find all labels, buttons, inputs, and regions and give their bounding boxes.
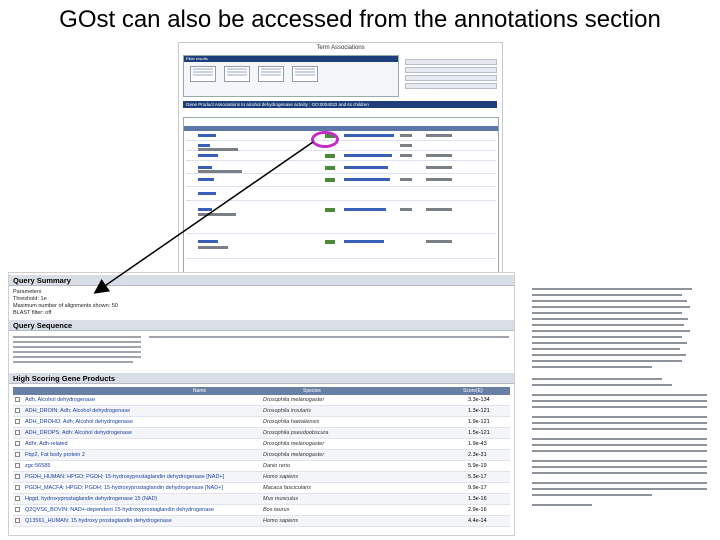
gost-results-screenshot: Query Summary Parameters Threshold: 1e M… [8,272,515,536]
table-header [184,126,498,131]
products-table-header: Name Species Score(E) [13,387,510,395]
row-checkbox[interactable] [15,474,20,479]
association-options[interactable] [405,57,497,93]
product-name-link[interactable]: Adh, Alcohol dehydrogenase [25,395,95,405]
row-checkbox[interactable] [15,408,20,413]
slide-title: GOst can also be accessed from the annot… [59,6,661,33]
table-row: PGDH_HUMAN: HPGD; PGDH; 15-hydroxyprosta… [13,472,510,483]
alignment-screenshot [530,286,718,518]
product-score: 2.9e-16 [468,507,487,513]
term-associations-title: Term Associations [316,45,365,51]
product-name-link[interactable]: Q13561_HUMAN: 15 hydroxy prostaglandin d… [25,516,172,526]
row-checkbox[interactable] [15,485,20,490]
product-species: Macaca fascicularis [263,485,311,491]
blast-highlight-circle [311,131,339,148]
query-sequence-heading: Query Sequence [9,320,514,331]
table-row: zgc:56585 Danio rerio 5.9e-19 [13,461,510,472]
product-species: Drosophila insularis [263,408,311,414]
row-checkbox[interactable] [15,518,20,523]
filter-list-datasource[interactable] [190,66,216,82]
row-checkbox[interactable] [15,397,20,402]
row-checkbox[interactable] [15,430,20,435]
table-row: Hpgd, hydroxyprostaglandin dehydrogenase… [13,494,510,505]
product-species: Drosophila melanogaster [263,452,325,458]
product-score: 3.3e-134 [468,397,490,403]
product-score: 4.4e-14 [468,518,487,524]
product-score: 9.9e-17 [468,485,487,491]
query-summary-heading: Query Summary [9,275,514,286]
filter-list-species[interactable] [224,66,250,82]
column-header-name: Name [193,388,207,394]
product-score: 2.3e-31 [468,452,487,458]
filter-results-panel: Filter results [183,55,399,97]
product-species: Drosophila melanogaster [263,397,325,403]
filter-list-evidence[interactable] [258,66,284,82]
blast-button[interactable] [325,154,335,158]
product-score: 1.3e-121 [468,408,490,414]
query-summary-line: BLAST filter: off [13,310,52,316]
product-name-link[interactable]: ADH_DROPS: Adh: Alcohol dehydrogenase [25,428,132,438]
blast-button[interactable] [325,166,335,170]
table-row: ADH_DROPS: Adh: Alcohol dehydrogenase Dro… [13,428,510,439]
term-associations-screenshot: Term Associations Filter results Gene Pr… [178,42,503,276]
table-row: ADH_DROHO: Adh; Alcohol dehydrogenase Dro… [13,417,510,428]
product-name-link[interactable]: ADH_DROIN: Adh; Alcohol dehydrogenase [25,406,130,416]
product-score: 1.9e-121 [468,419,490,425]
product-name-link[interactable]: PGDH_HUMAN: HPGD; PGDH; 15-hydroxyprosta… [25,472,224,482]
table-row: Q13561_HUMAN: 15 hydroxy prostaglandin d… [13,516,510,527]
gene-product-associations-header: Gene Product Associations to alcohol deh… [183,101,497,108]
row-checkbox[interactable] [15,452,20,457]
product-species: Drosophila pseudoobscura [263,430,329,436]
column-header-species: Species [303,388,321,394]
table-row: Adhr, Adh-related Drosophila melanogaster… [13,439,510,450]
filter-results-header: Filter results [184,56,398,62]
product-name-link[interactable]: zgc:56585 [25,461,50,471]
query-summary-line: Maximum number of alignments shown: 50 [13,303,118,309]
product-species: Mus musculus [263,496,299,502]
row-checkbox[interactable] [15,419,20,424]
blast-button[interactable] [325,208,335,212]
product-name-link[interactable]: ADH_DROHO: Adh; Alcohol dehydrogenase [25,417,133,427]
product-name-link[interactable]: Hpgd, hydroxyprostaglandin dehydrogenase… [25,494,157,504]
product-score: 5.3e-17 [468,474,487,480]
product-species: Danio rerio [263,463,290,469]
product-species: Drosophila hawaiiensis [263,419,320,425]
product-species: Drosophila melanogaster [263,441,325,447]
filter-list-type[interactable] [292,66,318,82]
term-associations-table [183,117,499,275]
table-row: ADH_DROIN: Adh; Alcohol dehydrogenase Dro… [13,406,510,417]
blast-button[interactable] [325,178,335,182]
products-heading: High Scoring Gene Products [9,373,514,384]
product-name-link[interactable]: Fbp2, Fat body protein 2 [25,450,85,460]
row-checkbox[interactable] [15,507,20,512]
product-name-link[interactable]: Q2QVS6_BOVIN: NAD+-dependent 15-hydroxyp… [25,505,214,515]
table-row: Fbp2, Fat body protein 2 Drosophila melan… [13,450,510,461]
row-checkbox[interactable] [15,441,20,446]
product-score: 1.3e-16 [468,496,487,502]
product-species: Bos taurus [263,507,290,513]
product-name-link[interactable]: Adhr, Adh-related [25,439,68,449]
product-species: Homo sapiens [263,474,299,480]
query-summary-line: Parameters [13,289,42,295]
product-score: 1.9e-43 [468,441,487,447]
products-table: Name Species Score(E) Adh, Alcohol dehyd… [13,387,510,527]
product-score: 5.9e-19 [468,463,487,469]
column-header-score: Score(E) [463,388,483,394]
row-checkbox[interactable] [15,496,20,501]
row-checkbox[interactable] [15,463,20,468]
blast-button[interactable] [325,240,335,244]
query-summary-line: Threshold: 1e [13,296,47,302]
table-row: Adh, Alcohol dehydrogenase Drosophila mel… [13,395,510,406]
product-score: 1.5e-121 [468,430,490,436]
table-row: PGDH_MACFA: HPGD; PGDH; 15-hydroxyprosta… [13,483,510,494]
product-name-link[interactable]: PGDH_MACFA: HPGD; PGDH; 15-hydroxyprosta… [25,483,223,493]
product-species: Homo sapiens [263,518,299,524]
table-row: Q2QVS6_BOVIN: NAD+-dependent 15-hydroxyp… [13,505,510,516]
